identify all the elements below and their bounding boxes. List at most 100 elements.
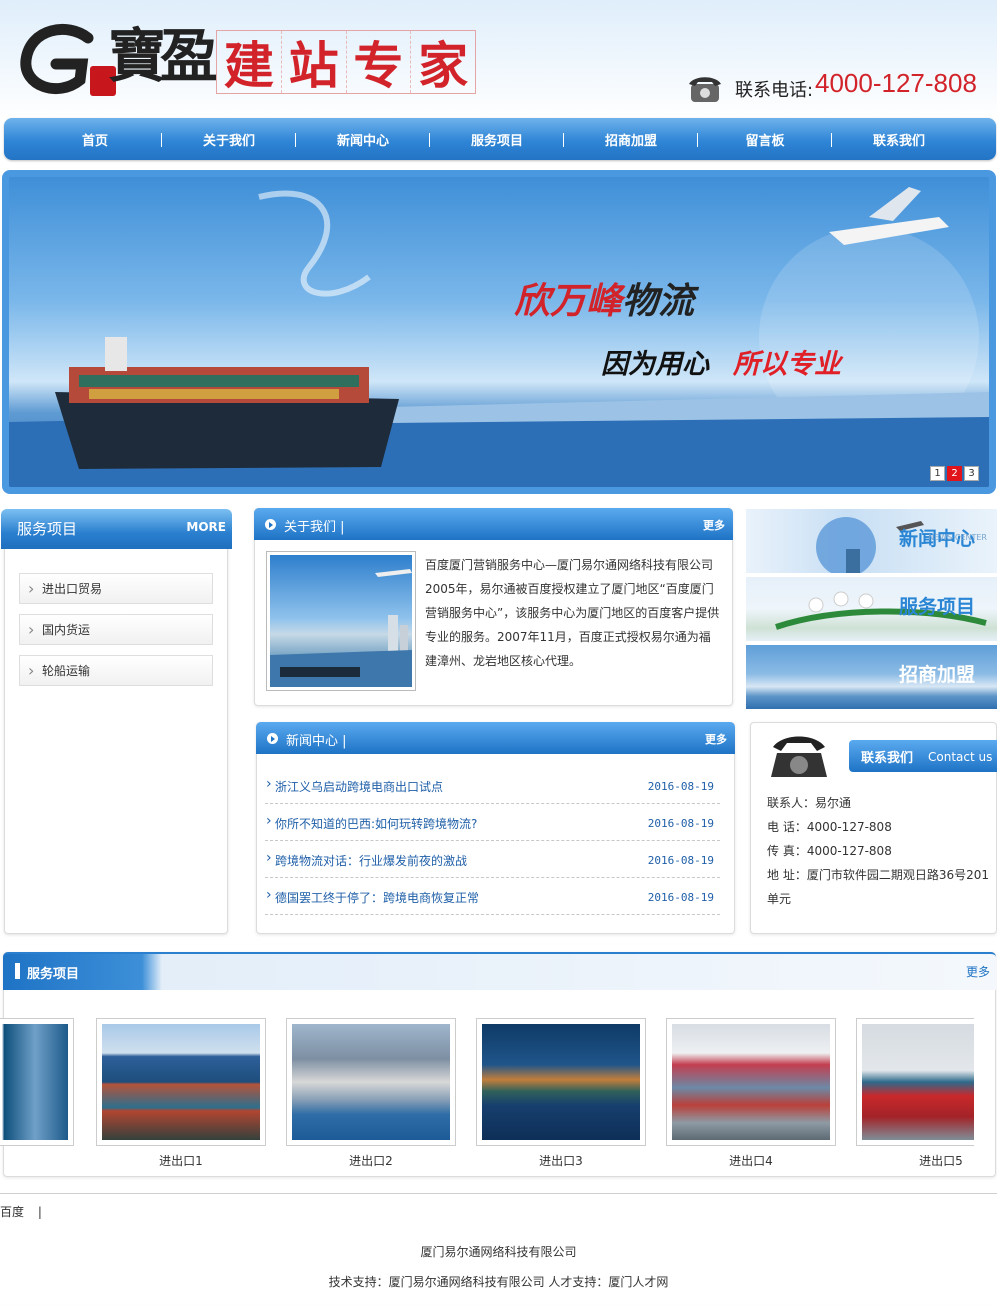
sidebar-more-link[interactable]: MORE (186, 520, 226, 534)
contact-fax: 传 真：4000-127-808 (767, 844, 892, 858)
banner-illustration (9, 187, 989, 487)
promo-franchise[interactable]: 招商加盟 (746, 645, 997, 709)
banner-page-2[interactable]: 2 (947, 466, 962, 481)
banner-page-1[interactable]: 1 (930, 466, 945, 481)
news-item-title[interactable]: 跨境物流对话：行业爆发前夜的激战 (266, 850, 467, 869)
logo-slogan-char: 专 (347, 31, 412, 95)
news-row: 你所不知道的巴西:如何玩转跨境物流? 2016-08-19 (265, 804, 720, 841)
arrow-right-icon (267, 733, 278, 744)
rotary-phone-icon (771, 736, 827, 777)
sidebar-item-shipping[interactable]: 轮船运输 (19, 655, 213, 686)
contact-header: 联系我们 Contact us (849, 740, 997, 772)
about-panel: 关于我们 | 更多 百度厦门营销服务中心—厦门易尔通网络科技有限公司2005年，… (254, 508, 733, 706)
hero-banner: 欣万峰物流 因为用心 所以专业 1 2 3 (2, 170, 996, 494)
about-image (266, 551, 416, 691)
gallery-item-caption: 进出口3 (539, 1154, 583, 1168)
promo-news-sub: NEWS CENTER (928, 533, 987, 542)
gallery-item-caption: 进出口4 (729, 1154, 773, 1168)
nav-item-news[interactable]: 新闻中心 (296, 130, 430, 149)
sidebar-item-domestic-freight[interactable]: 国内货运 (19, 614, 213, 645)
news-title: 新闻中心 | (286, 734, 347, 749)
gallery-title: 服务项目 (27, 967, 80, 982)
logo-slogan-char: 建 (217, 31, 282, 95)
news-item-title[interactable]: 德国罢工终于停了：跨境电商恢复正常 (266, 887, 479, 906)
contact-person: 联系人：易尔通 (767, 796, 852, 810)
banner-page-3[interactable]: 3 (964, 466, 979, 481)
nav-item-services[interactable]: 服务项目 (430, 130, 564, 149)
news-more-link[interactable]: 更多 (705, 731, 727, 747)
gallery-header-bar (15, 963, 20, 979)
news-item-date: 2016-08-19 (647, 891, 714, 904)
contact-address: 地 址：厦门市软件园二期观日路36号201单元 (767, 868, 989, 906)
gallery-item[interactable]: 进出口5 (856, 1018, 974, 1169)
nav-item-about[interactable]: 关于我们 (162, 130, 296, 149)
gallery-item[interactable]: 进出口3 (476, 1018, 646, 1169)
sidebar-services: 服务项目 MORE 进出口贸易 国内货运 轮船运输 (1, 509, 232, 934)
footer-divider (0, 1193, 997, 1194)
news-item-title[interactable]: 你所不知道的巴西:如何玩转跨境物流? (266, 813, 477, 832)
nav-item-franchise[interactable]: 招商加盟 (564, 130, 698, 149)
about-title: 关于我们 | (284, 520, 345, 535)
gallery-item-partial[interactable] (0, 1018, 74, 1146)
contact-title: 联系我们 (861, 751, 914, 766)
banner-slogan-main: 欣万峰物流 (514, 272, 694, 324)
banner-slogan-sub-red: 所以专业 (733, 349, 841, 380)
services-gallery: 服务项目 更多 进出口1 进出口2 进出口3 进出口4 进出口5 (0, 952, 996, 1177)
about-header: 关于我们 | 更多 (254, 508, 733, 540)
footer-support: 技术支持：厦门易尔通网络科技有限公司 人才支持：厦门人才网 (328, 1275, 669, 1289)
banner-slogan-brand: 欣万峰 (514, 280, 623, 322)
promo-news-center[interactable]: 新闻中心 NEWS CENTER (746, 509, 997, 573)
logo-slogan-char: 家 (418, 36, 469, 95)
logo-slogan-char: 站 (282, 31, 347, 95)
promo-services-label: 服务项目 (898, 596, 975, 618)
news-panel: 新闻中心 | 更多 浙江义乌启动跨境电商出口试点 2016-08-19 你所不知… (256, 722, 735, 934)
gallery-item[interactable]: 进出口4 (666, 1018, 836, 1169)
banner-slogan-sub: 因为用心 所以专业 (601, 342, 841, 381)
gallery-item[interactable]: 进出口2 (286, 1018, 456, 1169)
gallery-header: 服务项目 更多 (3, 952, 996, 990)
about-more-link[interactable]: 更多 (703, 517, 725, 533)
banner-slogan-logistics: 物流 (622, 280, 695, 322)
news-item-date: 2016-08-19 (647, 817, 714, 830)
promo-franchise-label: 招商加盟 (898, 664, 975, 686)
news-row: 浙江义乌启动跨境电商出口试点 2016-08-19 (265, 767, 720, 804)
arrow-right-icon (265, 519, 276, 530)
footer-links: 百度 | (0, 1203, 42, 1220)
gallery-item[interactable]: 进出口1 (96, 1018, 266, 1169)
news-row: 德国罢工终于停了：跨境电商恢复正常 2016-08-19 (265, 878, 720, 915)
nav-item-home[interactable]: 首页 (28, 130, 162, 149)
footer-link-baidu[interactable]: 百度 (0, 1205, 24, 1219)
logo-brand-text: 寶盈 (108, 22, 218, 90)
logo-slogan: 建 站 专 家 (216, 30, 476, 95)
contact-info: 联系人：易尔通 电 话：4000-127-808 传 真：4000-127-80… (767, 791, 989, 911)
nav-item-contact[interactable]: 联系我们 (832, 130, 966, 149)
main-nav: 首页 关于我们 新闻中心 服务项目 招商加盟 留言板 联系我们 (4, 118, 996, 160)
news-item-date: 2016-08-19 (647, 780, 714, 793)
gallery-more-link[interactable]: 更多 (966, 963, 990, 980)
sidebar-header: 服务项目 MORE (1, 509, 232, 549)
banner-pager: 1 2 3 (930, 466, 979, 481)
sidebar-item-import-export[interactable]: 进出口贸易 (19, 573, 213, 604)
phone-label: 联系电话: (735, 80, 814, 101)
news-header: 新闻中心 | 更多 (256, 722, 735, 754)
phone-number: 4000-127-808 (815, 68, 977, 98)
news-item-date: 2016-08-19 (647, 854, 714, 867)
gallery-item-caption: 进出口2 (349, 1154, 393, 1168)
telephone-icon (689, 77, 721, 102)
news-item-title[interactable]: 浙江义乌启动跨境电商出口试点 (266, 776, 443, 795)
nav-item-guestbook[interactable]: 留言板 (698, 130, 832, 149)
footer-link-separator: | (37, 1205, 42, 1219)
promo-services[interactable]: 服务项目 (746, 577, 997, 641)
sidebar-title: 服务项目 (17, 520, 78, 538)
contact-tel: 电 话：4000-127-808 (767, 820, 892, 834)
contact-title-en: Contact us (928, 750, 993, 764)
banner-image: 欣万峰物流 因为用心 所以专业 1 2 3 (9, 177, 989, 487)
gallery-item-caption: 进出口1 (159, 1154, 203, 1168)
banner-slogan-sub-black: 因为用心 (601, 349, 709, 380)
about-text: 百度厦门营销服务中心—厦门易尔通网络科技有限公司2005年，易尔通被百度授权建立… (425, 558, 720, 668)
contact-panel: 联系我们 Contact us 联系人：易尔通 电 话：4000-127-808… (750, 722, 997, 934)
footer-company: 厦门易尔通网络科技有限公司 (420, 1245, 577, 1259)
about-image-graphic (270, 569, 412, 687)
gallery-item-caption: 进出口5 (919, 1154, 963, 1168)
news-row: 跨境物流对话：行业爆发前夜的激战 2016-08-19 (265, 841, 720, 878)
